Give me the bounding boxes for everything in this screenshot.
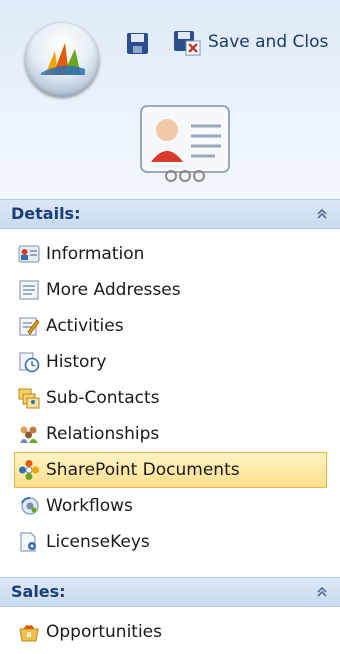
nav-item-label: Sub-Contacts [46, 388, 160, 408]
nav-item-relationships[interactable]: Relationships [0, 416, 340, 452]
nav-item-label: Workflows [46, 496, 133, 516]
contact-card-icon [135, 96, 235, 188]
save-and-close-label: Save and Clos [208, 32, 329, 52]
nav-item-license-keys[interactable]: LicenseKeys [0, 524, 340, 560]
details-section-title: Details: [11, 204, 81, 223]
save-and-close-button[interactable]: Save and Clos [172, 26, 328, 58]
relationships-icon [20, 426, 38, 443]
nav-item-opportunities[interactable]: Opportunities [0, 614, 340, 650]
nav-item-sharepoint-documents[interactable]: SharePoint Documents [14, 452, 327, 488]
opportunities-icon [19, 625, 39, 642]
nav-item-more-addresses[interactable]: More Addresses [0, 272, 340, 308]
sub-contacts-icon [18, 388, 40, 409]
nav-item-label: More Addresses [46, 280, 181, 300]
activities-icon [19, 317, 40, 336]
sales-section-title: Sales: [11, 582, 66, 601]
nav-item-label: History [46, 352, 107, 372]
workflows-icon [21, 497, 39, 515]
collapse-chevron-icon[interactable] [314, 584, 330, 600]
sales-section-header[interactable]: Sales: [0, 577, 340, 607]
nav-item-workflows[interactable]: Workflows [0, 488, 340, 524]
application-menu-button[interactable] [25, 23, 99, 97]
save-icon[interactable] [124, 30, 152, 58]
collapse-chevron-icon[interactable] [314, 206, 330, 222]
information-icon [18, 245, 40, 263]
license-keys-icon [20, 532, 36, 552]
nav-item-label: Activities [46, 316, 124, 336]
nav-item-sub-contacts[interactable]: Sub-Contacts [0, 380, 340, 416]
nav-item-history[interactable]: History [0, 344, 340, 380]
address-icon [19, 280, 39, 300]
nav-item-label: SharePoint Documents [46, 460, 240, 480]
sales-nav-list: Opportunities [0, 614, 340, 650]
form-toolbar: Save and Clos [0, 0, 340, 211]
details-nav-list: Information More Addresses Activities Hi… [0, 236, 340, 560]
save-and-close-icon [174, 31, 201, 56]
sharepoint-icon [19, 460, 39, 480]
nav-item-label: LicenseKeys [46, 532, 150, 552]
history-icon [19, 352, 40, 373]
nav-item-label: Opportunities [46, 622, 162, 642]
details-section-header[interactable]: Details: [0, 199, 340, 229]
nav-item-label: Information [46, 244, 145, 264]
nav-item-activities[interactable]: Activities [0, 308, 340, 344]
nav-item-label: Relationships [46, 424, 160, 444]
dynamics-logo-icon [41, 43, 85, 75]
nav-item-information[interactable]: Information [0, 236, 340, 272]
